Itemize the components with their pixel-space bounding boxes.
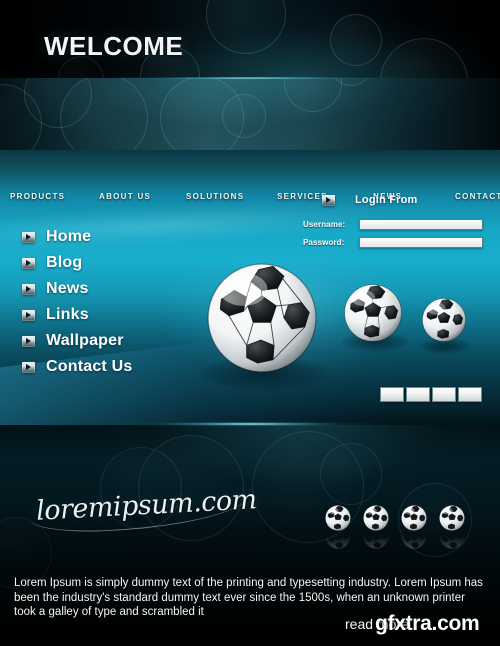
decorative-circle [380, 38, 468, 78]
sidebar-item-label: News [46, 280, 89, 297]
mini-soccer-ball-1 [325, 505, 351, 549]
sidebar-item-news[interactable]: News [22, 280, 89, 298]
soccer-ball-large [207, 263, 317, 373]
website-template-mockup: WELCOME PRODUCTS ABOUT US SOLUTIONS SERV… [0, 0, 500, 646]
sidebar-item-label: Blog [46, 254, 83, 271]
password-input[interactable] [359, 237, 483, 248]
password-field-row: Password: [303, 237, 483, 248]
arrow-right-icon [22, 309, 35, 321]
username-field-row: Username: [303, 219, 483, 230]
mini-soccer-ball-4 [439, 505, 465, 549]
sidebar-item-home[interactable]: Home [22, 228, 91, 246]
arrow-right-icon [22, 257, 35, 269]
soccer-ball-small [422, 298, 466, 342]
mini-soccer-ball-2 [363, 505, 389, 549]
password-label: Password: [303, 238, 345, 247]
sidebar-item-label: Wallpaper [46, 332, 124, 349]
decorative-circle [330, 14, 382, 66]
sidebar-item-wallpaper[interactable]: Wallpaper [22, 332, 124, 350]
arrow-right-icon [22, 335, 35, 347]
soccer-ball-medium [344, 284, 402, 342]
login-form-title: Login From [355, 194, 418, 206]
arrow-right-icon [22, 231, 35, 243]
main-navigation: PRODUCTS ABOUT US SOLUTIONS SERVICES NEW… [0, 78, 500, 201]
mini-soccer-ball-3 [401, 505, 427, 549]
gfxtra-watermark: gfxtra.com [375, 612, 480, 635]
arrow-right-icon [22, 361, 35, 373]
site-header: WELCOME [0, 0, 500, 78]
sidebar-item-links[interactable]: Links [22, 306, 89, 324]
decorative-circle [206, 0, 286, 54]
nav-item-services[interactable]: SERVICES [277, 192, 328, 201]
username-input[interactable] [359, 219, 483, 230]
pagination-box-3[interactable] [432, 387, 456, 402]
arrow-right-icon [22, 283, 35, 295]
nav-item-about-us[interactable]: ABOUT US [99, 192, 151, 201]
pagination-box-1[interactable] [380, 387, 404, 402]
nav-item-solutions[interactable]: SOLUTIONS [186, 192, 244, 201]
pagination-box-4[interactable] [458, 387, 482, 402]
sidebar-item-label: Home [46, 228, 92, 245]
sidebar-item-label: Contact Us [46, 358, 133, 375]
login-form-header: Login From [322, 194, 418, 206]
pagination-box-2[interactable] [406, 387, 430, 402]
slider-pagination [380, 387, 482, 402]
sidebar-item-blog[interactable]: Blog [22, 254, 82, 272]
nav-item-products[interactable]: PRODUCTS [10, 192, 65, 201]
nav-item-contact[interactable]: CONTACT [455, 192, 500, 201]
username-label: Username: [303, 220, 346, 229]
sidebar-item-label: Links [46, 306, 89, 323]
sidebar-item-contact-us[interactable]: Contact Us [22, 358, 132, 376]
arrow-right-icon [322, 194, 335, 206]
page-title: WELCOME [44, 31, 184, 61]
decorative-circle [320, 443, 382, 505]
